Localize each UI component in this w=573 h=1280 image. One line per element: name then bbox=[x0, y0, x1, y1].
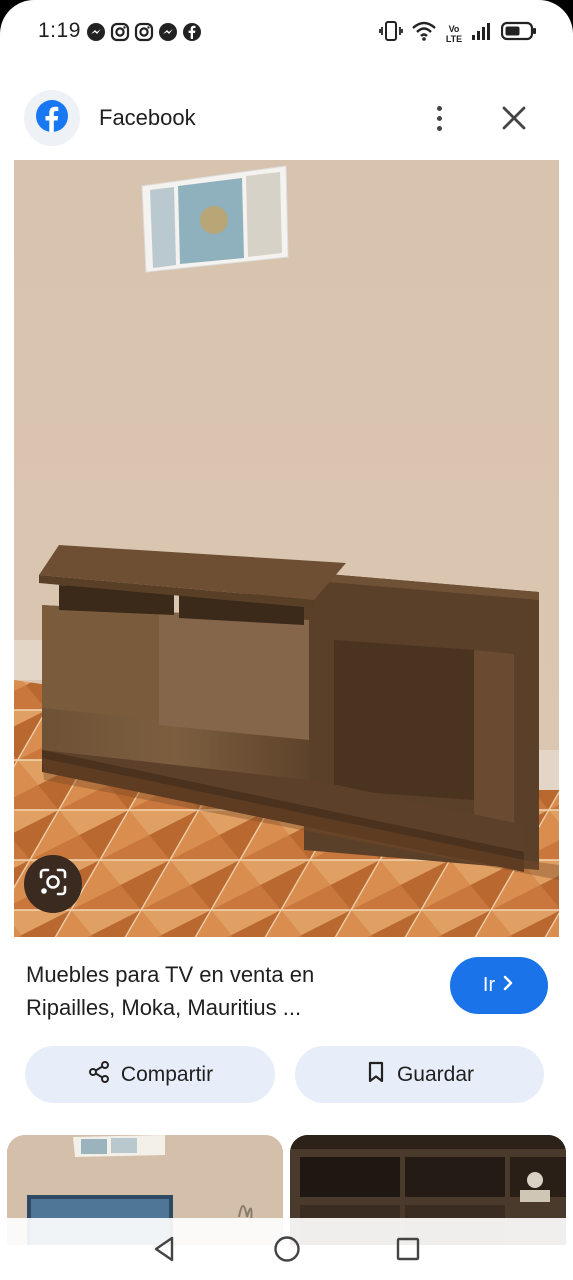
back-icon bbox=[150, 1236, 180, 1268]
messenger-icon bbox=[158, 22, 178, 42]
close-button[interactable] bbox=[496, 100, 532, 136]
lens-search-button[interactable] bbox=[24, 855, 82, 913]
close-icon bbox=[496, 106, 532, 140]
instagram-icon bbox=[134, 22, 154, 42]
home-icon bbox=[272, 1236, 302, 1268]
recents-button[interactable] bbox=[393, 1234, 423, 1264]
battery-icon bbox=[500, 21, 537, 46]
status-bar: 1:19 Vo LTE bbox=[0, 0, 573, 66]
site-logo bbox=[24, 90, 80, 146]
back-button[interactable] bbox=[150, 1234, 180, 1264]
more-dot bbox=[436, 125, 442, 131]
system-nav-bar bbox=[0, 1218, 573, 1280]
chevron-right-icon bbox=[501, 974, 515, 997]
bookmark-icon bbox=[365, 1060, 387, 1090]
system-icons: Vo LTE bbox=[379, 20, 537, 47]
site-title: Facebook bbox=[99, 105, 196, 130]
result-title[interactable]: Muebles para TV en venta en Ripailles, M… bbox=[26, 958, 406, 1024]
wifi-icon bbox=[411, 20, 437, 47]
facebook-icon bbox=[35, 99, 69, 138]
lens-icon bbox=[37, 866, 69, 903]
share-button[interactable]: Compartir bbox=[25, 1046, 275, 1103]
share-button-label: Compartir bbox=[120, 1062, 214, 1086]
facebook-icon bbox=[182, 22, 202, 42]
more-dot bbox=[436, 105, 442, 111]
notification-icons bbox=[86, 22, 202, 42]
visit-button[interactable]: Ir bbox=[450, 957, 548, 1014]
viewer-header: Facebook bbox=[0, 86, 573, 152]
more-options-button[interactable] bbox=[424, 100, 454, 136]
messenger-icon bbox=[86, 22, 106, 42]
instagram-icon bbox=[110, 22, 130, 42]
home-button[interactable] bbox=[272, 1234, 302, 1264]
product-image[interactable] bbox=[14, 160, 559, 937]
signal-icon bbox=[471, 21, 493, 46]
visit-button-label: Ir bbox=[482, 974, 496, 996]
more-dot bbox=[436, 115, 442, 121]
save-button-label: Guardar bbox=[396, 1062, 475, 1086]
volte-icon: Vo LTE bbox=[445, 23, 463, 44]
save-button[interactable]: Guardar bbox=[295, 1046, 544, 1103]
recents-icon bbox=[393, 1237, 423, 1268]
share-icon bbox=[87, 1060, 111, 1090]
vibrate-icon bbox=[379, 20, 403, 47]
screen: 1:19 Vo LTE Facebook Muebles para TV en … bbox=[0, 0, 573, 1280]
status-time: 1:19 bbox=[38, 19, 81, 42]
